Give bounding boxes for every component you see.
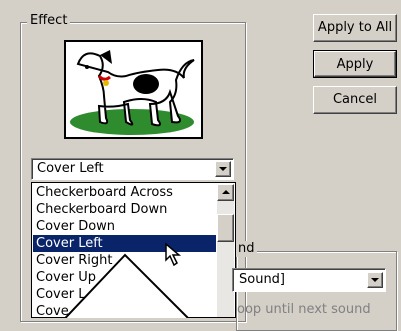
scroll-up-button[interactable] (217, 184, 234, 201)
effect-combobox-value: Cover Left (37, 161, 104, 176)
list-item[interactable]: Cove (33, 303, 216, 317)
sound-combobox-value: Sound] (239, 272, 286, 287)
sound-combobox[interactable]: Sound] (232, 268, 386, 292)
dog-preview-image (70, 50, 195, 135)
apply-button[interactable]: Apply (313, 50, 397, 78)
mouse-pointer-icon (165, 242, 182, 267)
cancel-button[interactable]: Cancel (313, 86, 397, 114)
list-item[interactable]: Cover L (33, 286, 216, 303)
chevron-up-icon (222, 190, 230, 194)
list-item[interactable]: Checkerboard Down (33, 201, 216, 218)
list-item[interactable]: Cover Right (33, 252, 216, 269)
list-item-selected[interactable]: Cover Left (33, 235, 216, 252)
loop-until-next-sound-label: oop until next sound (237, 302, 371, 317)
effect-dropdown-list[interactable]: Checkerboard Across Checkerboard Down Co… (31, 182, 236, 318)
list-item[interactable]: Cover Down (33, 218, 216, 235)
list-scrollbar[interactable] (217, 184, 234, 317)
chevron-down-icon (219, 167, 227, 171)
sound-group-legend: nd (236, 241, 257, 257)
chevron-down-icon (371, 278, 379, 282)
effect-combobox[interactable]: Cover Left (31, 158, 234, 180)
list-item[interactable]: Cover Up (33, 269, 216, 286)
scroll-thumb[interactable] (217, 214, 234, 242)
effect-combobox-dropdown-button[interactable] (215, 161, 231, 177)
effect-preview (64, 40, 203, 139)
sound-combobox-dropdown-button[interactable] (367, 272, 383, 288)
list-item[interactable]: Checkerboard Across (33, 184, 216, 201)
apply-to-all-button[interactable]: Apply to All (313, 14, 397, 42)
effect-group-legend: Effect (27, 13, 71, 29)
